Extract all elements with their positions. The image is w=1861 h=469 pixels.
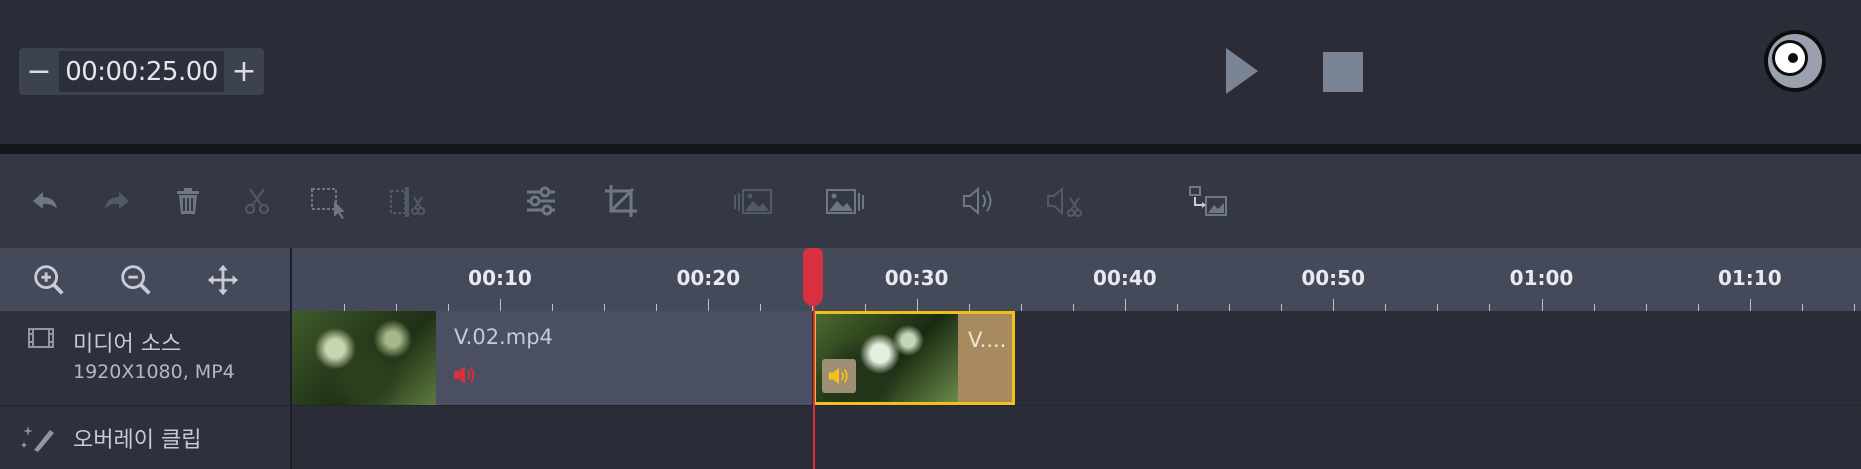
ruler-tick-label: 00:30: [884, 266, 949, 290]
video-clip-selected[interactable]: V....: [813, 311, 1015, 405]
crop-icon[interactable]: [598, 178, 644, 224]
timecode-control: − 00:00:25.00 +: [19, 48, 264, 95]
panel-divider: [0, 144, 1861, 154]
app-logo-icon: [1764, 30, 1826, 92]
audio-speaker-icon[interactable]: [822, 359, 856, 393]
ruler-major-tick: [1333, 299, 1335, 311]
ruler-major-tick: [1749, 299, 1751, 311]
ruler-minor-tick: [343, 304, 345, 311]
audio-speaker-icon[interactable]: [452, 363, 478, 387]
edit-toolbar: [0, 154, 1861, 248]
timeline-tracks: V.02.mp4 V....: [292, 311, 1861, 469]
clip-thumbnail: [292, 311, 436, 405]
track-headers: 미디어 소스 1920X1080, MP4 오버레이 클립: [0, 311, 290, 469]
ruler-tick-label: 00:20: [676, 266, 741, 290]
fit-timeline-icon[interactable]: [201, 258, 245, 302]
track-title: 오버레이 클립: [73, 428, 202, 453]
ruler-minor-tick: [447, 304, 449, 311]
undo-icon[interactable]: [22, 178, 68, 224]
ruler-major-tick: [500, 299, 501, 311]
ruler-minor-tick: [1593, 304, 1595, 311]
split-icon[interactable]: [384, 178, 430, 224]
timecode-increment-button[interactable]: +: [224, 48, 264, 95]
timeline-ruler[interactable]: 00:10 00:20 00:30 00:40 00:50 01:00 01:10: [292, 248, 1861, 311]
track-title: 미디어 소스: [73, 332, 182, 357]
ruler-minor-tick: [1176, 304, 1178, 311]
ruler-minor-tick: [1281, 304, 1283, 311]
fade-in-icon[interactable]: [730, 178, 776, 224]
zoom-in-icon[interactable]: [27, 258, 71, 302]
ruler-tick-label: 01:00: [1509, 266, 1574, 290]
ruler-minor-tick: [1072, 304, 1074, 311]
ruler-minor-tick: [1645, 304, 1647, 311]
ruler-minor-tick: [1489, 304, 1491, 311]
ruler-minor-tick: [760, 304, 762, 311]
zoom-out-icon[interactable]: [114, 258, 158, 302]
ruler-minor-tick: [1437, 304, 1439, 311]
ruler-minor-tick: [1801, 304, 1803, 311]
ruler-minor-tick: [1020, 304, 1022, 311]
track-header-media-source[interactable]: 미디어 소스 1920X1080, MP4: [0, 311, 290, 406]
stop-button[interactable]: [1323, 52, 1363, 92]
ruler-tick-label: 00:50: [1301, 266, 1366, 290]
track-separator: [292, 405, 1861, 406]
ruler-tick-label: 00:10: [468, 266, 532, 290]
ruler-tick-label: 01:10: [1717, 266, 1782, 290]
mute-icon[interactable]: [1041, 178, 1087, 224]
ruler-major-tick: [1124, 299, 1126, 311]
overlay-effect-icon: [21, 426, 54, 452]
ruler-minor-tick: [604, 304, 606, 311]
track-header-overlay[interactable]: 오버레이 클립: [0, 406, 290, 469]
redo-icon[interactable]: [94, 178, 140, 224]
ruler-tick-label: 00:40: [1093, 266, 1157, 290]
cut-icon[interactable]: [234, 178, 280, 224]
ruler-minor-tick: [864, 304, 866, 311]
play-button[interactable]: [1226, 48, 1258, 94]
ruler-minor-tick: [1385, 304, 1387, 311]
ruler-minor-tick: [395, 304, 397, 311]
replace-icon[interactable]: [1185, 178, 1231, 224]
playhead-line: [813, 290, 815, 469]
ruler-minor-tick: [656, 304, 658, 311]
playhead-handle[interactable]: [803, 248, 823, 306]
ruler-minor-tick: [552, 304, 554, 311]
adjust-icon[interactable]: [518, 178, 564, 224]
fade-out-icon[interactable]: [822, 178, 868, 224]
volume-icon[interactable]: [955, 178, 1001, 224]
film-icon: [28, 328, 54, 348]
ruler-minor-tick: [1853, 304, 1855, 311]
ruler-major-tick: [708, 299, 710, 311]
ruler-minor-tick: [1697, 304, 1699, 311]
select-icon[interactable]: [305, 178, 351, 224]
video-clip[interactable]: V.02.mp4: [292, 311, 812, 405]
clip-name: V.02.mp4: [454, 325, 553, 349]
ruler-major-tick: [916, 299, 918, 311]
clip-name: V....: [968, 328, 1007, 352]
ruler-major-tick: [1541, 299, 1543, 311]
track-meta: 1920X1080, MP4: [73, 361, 235, 383]
timecode-value[interactable]: 00:00:25.00: [59, 51, 224, 92]
ruler-minor-tick: [1229, 304, 1231, 311]
trash-icon[interactable]: [165, 178, 211, 224]
ruler-minor-tick: [968, 304, 970, 311]
timecode-decrement-button[interactable]: −: [19, 48, 59, 95]
timeline-zoom-controls: [0, 248, 290, 311]
player-bar: − 00:00:25.00 +: [0, 0, 1861, 144]
